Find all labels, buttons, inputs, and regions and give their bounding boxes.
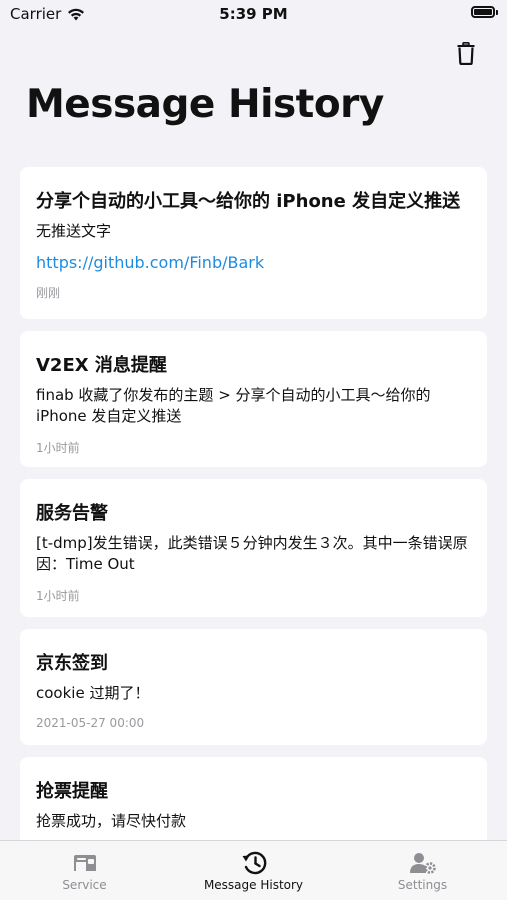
trash-icon bbox=[457, 41, 475, 65]
status-bar: Carrier 5:39 PM bbox=[0, 0, 507, 30]
tab-label: Service bbox=[62, 878, 107, 892]
page-title: Message History bbox=[26, 82, 384, 127]
tab-label: Message History bbox=[203, 878, 304, 892]
status-time: 5:39 PM bbox=[219, 5, 288, 23]
message-card[interactable]: 分享个自动的小工具～给你的 iPhone 发自定义推送 无推送文字 https:… bbox=[20, 167, 487, 319]
tab-settings[interactable]: Settings bbox=[338, 841, 507, 900]
tab-label: Settings bbox=[397, 878, 448, 892]
tab-message-history[interactable]: Message History bbox=[169, 841, 338, 900]
message-time: 刚刚 bbox=[36, 286, 61, 300]
battery-fill bbox=[474, 9, 492, 15]
history-icon bbox=[240, 850, 268, 876]
message-body: [t-dmp]发生错误，此类错误５分钟内发生３次。其中一条错误原因：Time O… bbox=[36, 534, 468, 573]
message-title: V2EX 消息提醒 bbox=[36, 355, 167, 376]
message-card[interactable]: V2EX 消息提醒 finab 收藏了你发布的主题 > 分享个自动的小工具～给你… bbox=[20, 331, 487, 467]
message-title: 服务告警 bbox=[36, 503, 108, 524]
message-body: cookie 过期了！ bbox=[36, 684, 150, 702]
settings-icon bbox=[409, 850, 437, 876]
delete-all-button[interactable] bbox=[451, 38, 481, 68]
battery-icon bbox=[471, 6, 498, 18]
tab-bar: Service Message History Settings bbox=[0, 840, 507, 900]
tab-service[interactable]: Service bbox=[0, 841, 169, 900]
message-title: 京东签到 bbox=[36, 653, 108, 674]
message-card[interactable]: 服务告警 [t-dmp]发生错误，此类错误５分钟内发生３次。其中一条错误原因：T… bbox=[20, 479, 487, 617]
message-time: 1小时前 bbox=[36, 589, 80, 603]
message-list[interactable]: 分享个自动的小工具～给你的 iPhone 发自定义推送 无推送文字 https:… bbox=[20, 167, 487, 869]
message-time: 2021-05-27 00:00 bbox=[36, 716, 145, 730]
message-body: 无推送文字 bbox=[36, 222, 112, 240]
message-title: 分享个自动的小工具～给你的 iPhone 发自定义推送 bbox=[36, 191, 461, 212]
service-icon bbox=[72, 850, 98, 876]
message-link[interactable]: https://github.com/Finb/Bark bbox=[36, 253, 471, 272]
message-time: 1小时前 bbox=[36, 441, 80, 455]
message-card[interactable]: 京东签到 cookie 过期了！ 2021-05-27 00:00 bbox=[20, 629, 487, 745]
message-title: 抢票提醒 bbox=[36, 781, 108, 802]
message-body: finab 收藏了你发布的主题 > 分享个自动的小工具～给你的 iPhone 发… bbox=[36, 386, 431, 425]
message-body: 抢票成功，请尽快付款 bbox=[36, 812, 187, 830]
